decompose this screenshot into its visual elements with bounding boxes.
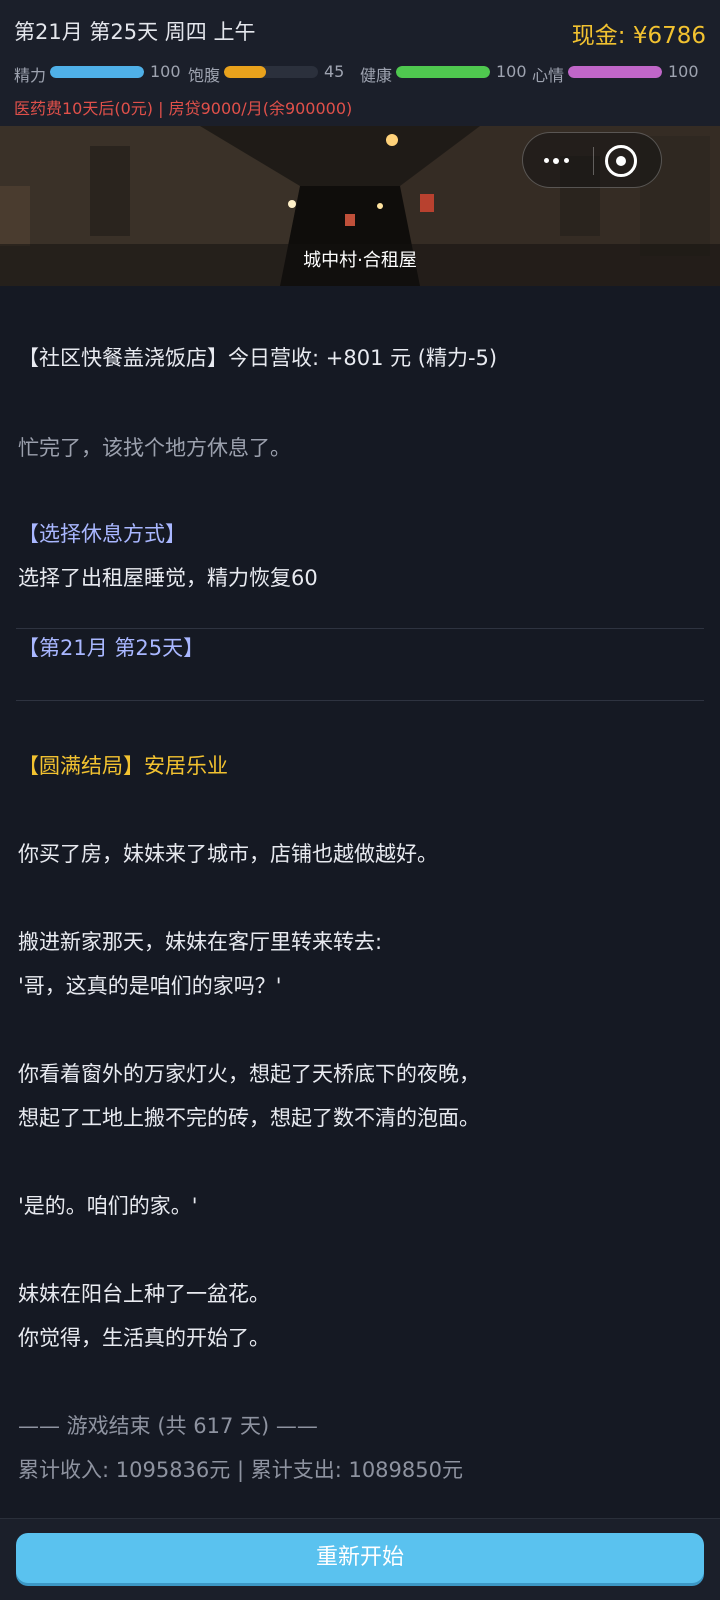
divider xyxy=(16,700,704,701)
story-line: 你买了房，妹妹来了城市，店铺也越做越好。 xyxy=(18,842,438,866)
stat-label: 精力 xyxy=(14,66,47,85)
story-line: 【社区快餐盖浇饭店】今日营收: +801 元 (精力-5) xyxy=(18,346,498,370)
capsule-divider xyxy=(593,147,594,175)
mini-program-capsule xyxy=(522,132,662,188)
stat-label: 心情 xyxy=(532,66,565,85)
stat-value: 100 xyxy=(668,62,699,81)
game-date: 第21月 第25天 周四 上午 xyxy=(14,20,256,44)
stat-track xyxy=(50,66,144,78)
story-line: '哥，这真的是咱们的家吗？' xyxy=(18,974,282,998)
story-line: 你看着窗外的万家灯火，想起了天桥底下的夜晚， xyxy=(18,1062,480,1086)
cash-balance: 现金: ¥6786 xyxy=(571,23,706,49)
story-line: 搬进新家那天，妹妹在客厅里转来转去: xyxy=(18,930,383,954)
stat-value: 100 xyxy=(496,62,527,81)
location-label: 城中村·合租屋 xyxy=(303,250,417,271)
story-line: 妹妹在阳台上种了一盆花。 xyxy=(18,1282,270,1306)
totals-summary: 累计收入: 1095836元 | 累计支出: 1089850元 xyxy=(18,1458,463,1482)
stat-fill xyxy=(568,66,662,78)
status-header: 第21月 第25天 周四 上午 现金: ¥6786 精力 100 饱腹 45 健… xyxy=(0,0,720,126)
story-line: 【选择休息方式】 xyxy=(18,522,186,546)
divider xyxy=(16,628,704,629)
ending-title: 【圆满结局】安居乐业 xyxy=(18,754,228,778)
stat-fill xyxy=(50,66,144,78)
restart-button[interactable]: 重新开始 xyxy=(16,1533,704,1583)
stat-value: 100 xyxy=(150,62,181,81)
stat-label: 健康 xyxy=(360,66,393,85)
location-banner: 城中村·合租屋 xyxy=(0,126,720,286)
stat-value: 45 xyxy=(324,62,345,81)
footer-bar: 重新开始 xyxy=(0,1518,720,1600)
day-header: 【第21月 第25天】 xyxy=(18,636,205,660)
stats-bar: 精力 100 饱腹 45 健康 100 心情 100 xyxy=(14,60,708,85)
game-over-line: —— 游戏结束 (共 617 天) —— xyxy=(18,1414,318,1438)
stat-fill xyxy=(224,66,267,78)
close-icon[interactable] xyxy=(605,145,637,177)
story-log: 【社区快餐盖浇饭店】今日营收: +801 元 (精力-5) 忙完了，该找个地方休… xyxy=(0,286,720,1518)
more-icon[interactable] xyxy=(535,133,591,189)
stat-fill xyxy=(396,66,490,78)
story-line: 选择了出租屋睡觉，精力恢复60 xyxy=(18,566,318,590)
story-line: 你觉得，生活真的开始了。 xyxy=(18,1326,270,1350)
story-line: 想起了工地上搬不完的砖，想起了数不清的泡面。 xyxy=(18,1106,480,1130)
stat-track xyxy=(396,66,490,78)
stat-track xyxy=(568,66,662,78)
stat-track xyxy=(224,66,318,78)
story-line: 忙完了，该找个地方休息了。 xyxy=(18,436,291,460)
story-line: '是的。咱们的家。' xyxy=(18,1194,198,1218)
stat-label: 饱腹 xyxy=(188,66,221,85)
expense-alert: 医药费10天后(0元) | 房贷9000/月(余900000) xyxy=(14,99,353,118)
